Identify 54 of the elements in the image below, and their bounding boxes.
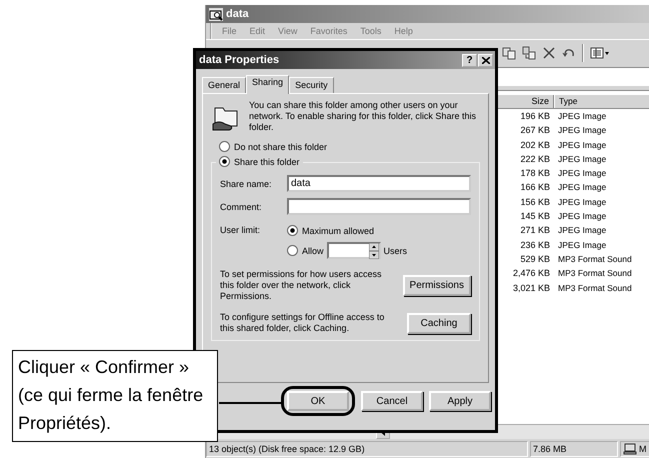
dialog-button[interactable]: Cancel	[361, 391, 423, 411]
file-size: 3,021 KB	[512, 282, 551, 295]
callout-text: Cliquer « Confirmer » (ce qui ferme la fenêtre Propriétés).	[12, 350, 218, 442]
tab[interactable]: Security	[289, 77, 334, 93]
column-header[interactable]: Type	[554, 95, 649, 108]
file-type: MP3 Format Sound	[557, 267, 633, 280]
permissions-description: To set permissions for how users access this folder over the network, click Permissions.	[220, 269, 383, 302]
file-size: 236 KB	[519, 238, 551, 252]
file-type: JPEG Image	[557, 224, 608, 238]
radio-option[interactable]: Do not share this folder	[219, 141, 480, 152]
file-size: 2,476 KB	[512, 267, 551, 280]
field-label: Comment:	[220, 202, 263, 212]
tab[interactable]: Sharing	[246, 75, 290, 94]
window-title: data	[226, 8, 249, 20]
file-size: 202 KB	[519, 138, 551, 152]
caching-button[interactable]: Caching	[407, 312, 471, 334]
file-type: MP3 Format Sound	[557, 282, 633, 295]
file-size: 271 KB	[519, 224, 551, 238]
status-size: 7.86 MB	[530, 440, 618, 456]
file-type: MP3 Format Sound	[557, 252, 633, 266]
file-type: JPEG Image	[557, 152, 608, 166]
file-type: JPEG Image	[557, 181, 608, 194]
field-label: Share name:	[220, 178, 273, 188]
caching-description: To configure settings for Offline access to this shared folder, click Caching.	[220, 312, 386, 334]
file-type: JPEG Image	[557, 138, 608, 152]
status-text: 13 object(s) (Disk free space: 12.9 GB)	[206, 440, 528, 456]
unit-label: Users	[384, 246, 408, 256]
file-type: JPEG Image	[557, 167, 608, 180]
file-size: 166 KB	[519, 181, 551, 194]
file-type: JPEG Image	[557, 238, 608, 252]
file-size: 196 KB	[519, 110, 551, 123]
file-size: 178 KB	[519, 167, 551, 180]
tab[interactable]: General	[202, 77, 246, 93]
file-size: 267 KB	[519, 124, 551, 138]
radio-option[interactable]: Maximum allowed	[287, 225, 408, 236]
file-size: 529 KB	[519, 252, 551, 266]
share-name-field[interactable]: data	[287, 175, 471, 192]
radio-option[interactable]: Allow	[287, 245, 324, 256]
file-size: 145 KB	[519, 210, 551, 224]
sharing-description: You can share this folder among other users on your network. To enable sharing for this folder, click Share this folder.	[249, 100, 477, 133]
file-type: JPEG Image	[557, 210, 608, 224]
file-type: JPEG Image	[557, 124, 608, 138]
status-zone: M	[639, 442, 646, 456]
dialog-button[interactable]: OK	[287, 391, 349, 411]
file-type: JPEG Image	[557, 196, 608, 209]
dialog-button[interactable]: Apply	[429, 391, 491, 411]
help-button[interactable]: ?	[462, 54, 477, 66]
file-size: 156 KB	[519, 196, 551, 209]
dialog-title: data Properties	[199, 54, 280, 66]
field-label: User limit:	[220, 225, 261, 235]
file-size: 222 KB	[519, 152, 551, 166]
permissions-button[interactable]: Permissions	[402, 275, 471, 296]
file-type: JPEG Image	[557, 110, 608, 123]
radio-option[interactable]: Share this folder	[216, 156, 303, 167]
